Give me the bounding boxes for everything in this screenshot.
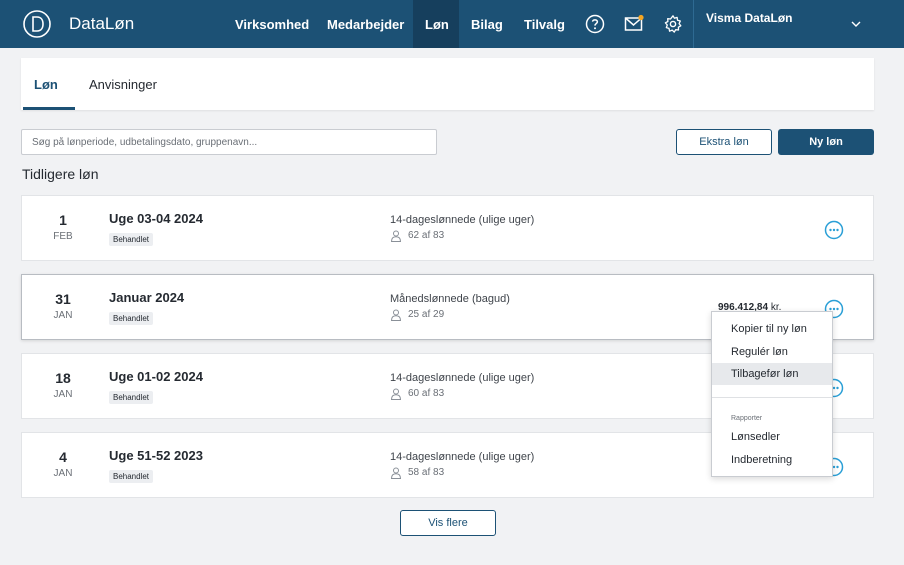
payroll-group: 14-dageslønnede (ulige uger) [390, 372, 535, 384]
payroll-day: 1 [59, 212, 67, 228]
menu-item-payslips[interactable]: Lønsedler [712, 426, 832, 448]
status-badge: Behandlet [109, 312, 154, 325]
person-icon [390, 309, 402, 321]
load-more-button[interactable]: Vis flere [400, 510, 496, 536]
person-icon [390, 388, 402, 400]
nav-item-virksomhed[interactable]: Virksomhed [235, 17, 309, 32]
extra-payroll-button[interactable]: Ekstra løn [676, 129, 772, 155]
payroll-group: Månedslønnede (bagud) [390, 293, 510, 305]
payroll-period[interactable]: Uge 01-02 2024 [109, 369, 203, 384]
tab-lon[interactable]: Løn [34, 77, 58, 92]
employee-count: 60 af 83 [408, 388, 445, 399]
payroll-period[interactable]: Uge 51-52 2023 [109, 448, 203, 463]
more-options-icon[interactable] [824, 220, 844, 240]
nav-item-lon[interactable]: Løn [425, 17, 449, 32]
tab-bar: Løn Anvisninger [21, 58, 874, 110]
payroll-day: 4 [59, 449, 67, 465]
payroll-period[interactable]: Januar 2024 [109, 290, 184, 305]
menu-item-copy-to-new-payroll[interactable]: Kopier til ny løn [712, 318, 832, 340]
payroll-group: 14-dageslønnede (ulige uger) [390, 451, 535, 463]
menu-item-reverse-payroll[interactable]: Tilbagefør løn [712, 363, 832, 385]
account-menu[interactable]: Visma DataLøn [693, 0, 904, 48]
payroll-month: JAN [53, 389, 73, 400]
payroll-period[interactable]: Uge 03-04 2024 [109, 211, 203, 226]
payroll-month: JAN [53, 468, 73, 479]
section-title: Tidligere løn [22, 166, 99, 182]
nav-item-bilag[interactable]: Bilag [471, 17, 503, 32]
payroll-day: 18 [55, 370, 71, 386]
menu-divider [712, 397, 832, 398]
status-badge: Behandlet [109, 391, 154, 404]
new-payroll-button[interactable]: Ny løn [778, 129, 874, 155]
person-icon [390, 467, 402, 479]
payroll-month: JAN [53, 310, 73, 321]
datalon-logo-icon[interactable] [22, 9, 52, 39]
payroll-month: FEB [53, 231, 73, 242]
menu-item-reporting[interactable]: Indberetning [712, 449, 832, 471]
menu-item-adjust-payroll[interactable]: Regulér løn [712, 341, 832, 363]
payroll-day: 31 [55, 291, 71, 307]
nav-item-tilvalg[interactable]: Tilvalg [524, 17, 565, 32]
tab-anvisninger[interactable]: Anvisninger [89, 77, 157, 92]
payroll-group: 14-dageslønnede (ulige uger) [390, 214, 535, 226]
person-icon [390, 230, 402, 242]
top-navigation-bar: DataLøn Virksomhed Medarbejder Løn Bilag… [0, 0, 904, 48]
chevron-down-icon[interactable] [850, 18, 862, 30]
gear-icon[interactable] [663, 14, 683, 34]
search-input[interactable] [21, 129, 437, 155]
mail-icon[interactable] [624, 14, 644, 34]
employee-count: 25 af 29 [408, 309, 445, 320]
menu-section-label: Rapporter [731, 415, 763, 422]
employee-count: 62 af 83 [408, 230, 445, 241]
payroll-card[interactable]: 1 FEB Uge 03-04 2024 Behandlet 14-dagesl… [21, 195, 874, 261]
status-badge: Behandlet [109, 233, 154, 246]
employee-count: 58 af 83 [408, 467, 445, 478]
context-menu: Kopier til ny løn Regulér løn Tilbagefør… [711, 311, 833, 477]
account-name[interactable]: Visma DataLøn [706, 11, 792, 25]
help-icon[interactable] [585, 14, 605, 34]
status-badge: Behandlet [109, 470, 154, 483]
brand-name[interactable]: DataLøn [69, 14, 134, 34]
tab-active-indicator [23, 107, 75, 110]
nav-item-medarbejder[interactable]: Medarbejder [327, 17, 404, 32]
